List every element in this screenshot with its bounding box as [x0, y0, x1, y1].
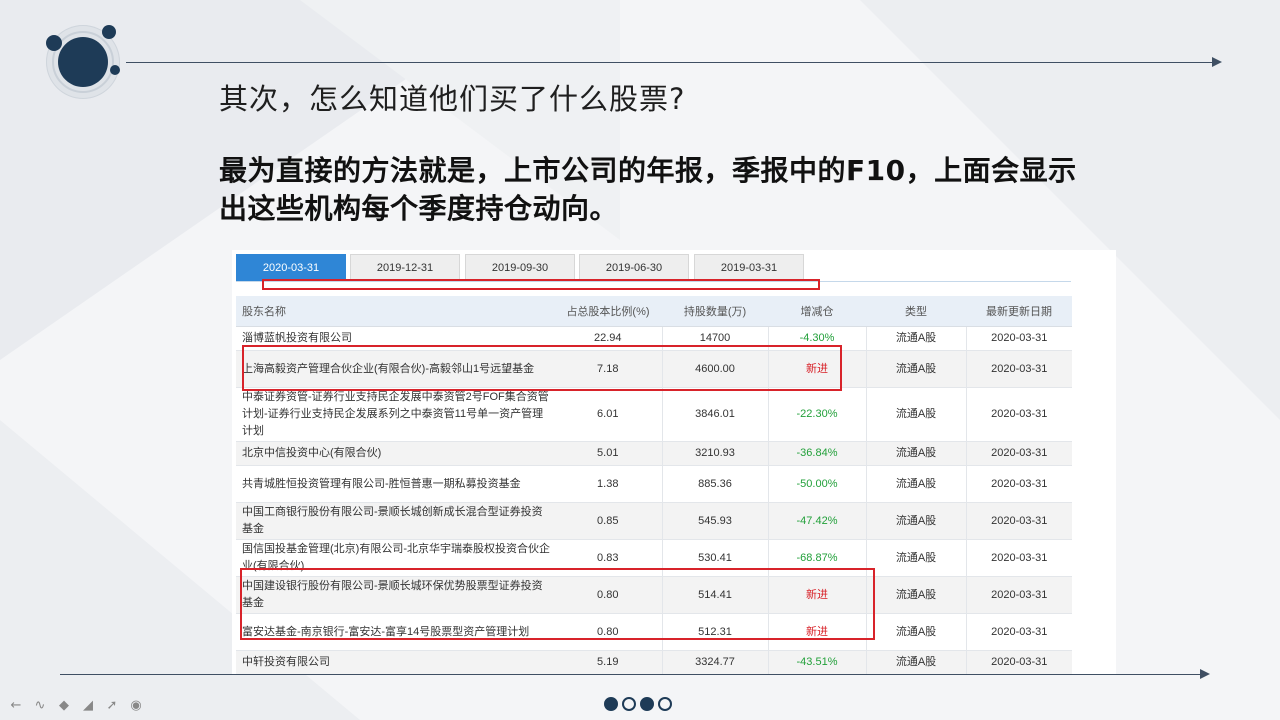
cell-type: 流通A股	[865, 576, 966, 614]
table-row: 中泰证券资管-证券行业支持民企发展中泰资管2号FOF集合资管计划-证券行业支持民…	[236, 387, 1072, 442]
slide-heading: 其次，怎么知道他们买了什么股票?	[219, 82, 686, 116]
cell-date: 2020-03-31	[965, 326, 1072, 351]
table-header-row: 股东名称 占总股本比例(%) 持股数量(万) 增减仓 类型 最新更新日期	[236, 296, 1072, 327]
cell-change: -47.42%	[767, 502, 866, 540]
record-icon[interactable]: ◉	[128, 698, 144, 714]
cell-type: 流通A股	[865, 326, 966, 351]
header-type: 类型	[866, 296, 966, 327]
bottom-divider-arrow	[1200, 669, 1210, 679]
cell-date: 2020-03-31	[965, 441, 1072, 466]
cell-change: -50.00%	[767, 465, 866, 503]
pager-dot[interactable]	[604, 697, 618, 711]
cell-date: 2020-03-31	[965, 539, 1072, 577]
shareholder-panel: 2020-03-31 2019-12-31 2019-09-30 2019-06…	[232, 250, 1116, 675]
cell-shares: 3846.01	[661, 387, 768, 442]
cell-type: 流通A股	[865, 502, 966, 540]
tabs-highlight-box	[262, 279, 820, 290]
slide-body: 最为直接的方法就是，上市公司的年报，季报中的F10，上面会显示 出这些机构每个季…	[219, 152, 1199, 228]
slide-logo	[46, 25, 126, 105]
cell-name: 中泰证券资管-证券行业支持民企发展中泰资管2号FOF集合资管计划-证券行业支持民…	[236, 387, 554, 442]
tab-2019-03-31[interactable]: 2019-03-31	[694, 254, 804, 281]
cell-ratio: 5.01	[554, 441, 662, 466]
cell-type: 流通A股	[865, 539, 966, 577]
tab-2020-03-31[interactable]: 2020-03-31	[236, 254, 346, 281]
header-shares: 持股数量(万)	[662, 296, 768, 327]
bottom-divider	[60, 674, 1202, 675]
slide-pager	[604, 697, 672, 711]
header-ratio: 占总股本比例(%)	[554, 296, 662, 327]
cell-name: 北京中信投资中心(有限合伙)	[236, 441, 554, 466]
tab-2019-12-31[interactable]: 2019-12-31	[350, 254, 460, 281]
cell-date: 2020-03-31	[965, 576, 1072, 614]
arrow-left-icon[interactable]: ←	[8, 698, 24, 714]
highlighter-icon[interactable]: ◆	[56, 698, 72, 714]
tab-2019-06-30[interactable]: 2019-06-30	[579, 254, 689, 281]
slide-body-line: 出这些机构每个季度持仓动向。	[219, 192, 619, 225]
cell-type: 流通A股	[865, 350, 966, 388]
pen-icon[interactable]: ∿	[32, 698, 48, 714]
cell-type: 流通A股	[865, 613, 966, 651]
eraser-icon[interactable]: ◢	[80, 698, 96, 714]
cell-date: 2020-03-31	[965, 387, 1072, 442]
top-divider	[126, 62, 1216, 63]
cell-name: 中轩投资有限公司	[236, 650, 554, 675]
header-change: 增减仓	[768, 296, 866, 327]
cell-ratio: 6.01	[554, 387, 662, 442]
slide-body-line: 最为直接的方法就是，上市公司的年报，季报中的F10，上面会显示	[219, 154, 1077, 187]
cell-date: 2020-03-31	[965, 650, 1072, 675]
pager-dot[interactable]	[640, 697, 654, 711]
cell-shares: 3210.93	[661, 441, 768, 466]
table-row: 北京中信投资中心(有限合伙) 5.01 3210.93 -36.84% 流通A股…	[236, 441, 1072, 466]
table-row: 共青城胜恒投资管理有限公司-胜恒普惠一期私募投资基金 1.38 885.36 -…	[236, 465, 1072, 503]
cell-date: 2020-03-31	[965, 465, 1072, 503]
cell-type: 流通A股	[865, 441, 966, 466]
cell-change: -43.51%	[767, 650, 866, 675]
cell-shares: 545.93	[661, 502, 768, 540]
cell-change: -36.84%	[767, 441, 866, 466]
cell-date: 2020-03-31	[965, 350, 1072, 388]
cell-type: 流通A股	[865, 650, 966, 675]
table-row: 中国工商银行股份有限公司-景顺长城创新成长混合型证券投资基金 0.85 545.…	[236, 502, 1072, 540]
header-date: 最新更新日期	[966, 296, 1072, 327]
pointer-icon[interactable]: ➚	[104, 698, 120, 714]
cell-date: 2020-03-31	[965, 502, 1072, 540]
cell-ratio: 0.85	[554, 502, 662, 540]
presenter-toolbar: ← ∿ ◆ ◢ ➚ ◉	[8, 698, 144, 714]
period-tabs: 2020-03-31 2019-12-31 2019-09-30 2019-06…	[236, 254, 1076, 281]
cell-type: 流通A股	[865, 465, 966, 503]
cell-date: 2020-03-31	[965, 613, 1072, 651]
pager-dot[interactable]	[622, 697, 636, 711]
top-divider-arrow	[1212, 57, 1222, 67]
cell-ratio: 5.19	[554, 650, 662, 675]
cell-change: -22.30%	[767, 387, 866, 442]
cell-type: 流通A股	[865, 387, 966, 442]
new-position-highlight-box	[242, 345, 842, 391]
cell-name: 中国工商银行股份有限公司-景顺长城创新成长混合型证券投资基金	[236, 502, 554, 540]
cell-name: 共青城胜恒投资管理有限公司-胜恒普惠一期私募投资基金	[236, 465, 554, 503]
tab-2019-09-30[interactable]: 2019-09-30	[465, 254, 575, 281]
header-name: 股东名称	[236, 296, 554, 327]
new-position-highlight-box	[240, 568, 875, 640]
table-row: 中轩投资有限公司 5.19 3324.77 -43.51% 流通A股 2020-…	[236, 650, 1072, 675]
cell-shares: 3324.77	[661, 650, 768, 675]
pager-dot[interactable]	[658, 697, 672, 711]
cell-ratio: 1.38	[554, 465, 662, 503]
cell-shares: 885.36	[661, 465, 768, 503]
